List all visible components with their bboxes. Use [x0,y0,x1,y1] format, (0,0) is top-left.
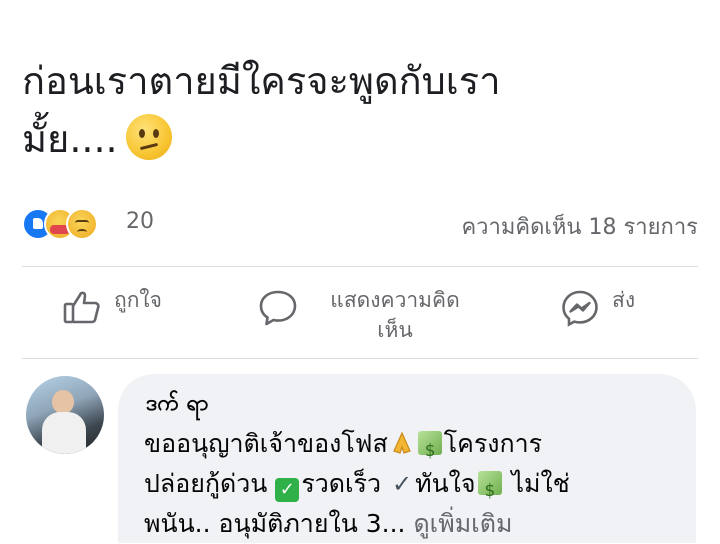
see-more-link[interactable]: ดูเพิ่มเติม [413,509,512,538]
comment-text: ขออนุญาติเจ้าของโฟส โครงการ ปล่อยกู้ด่วน … [144,424,692,544]
post-text-line-2-text: มั้ย.... [22,117,118,161]
comments-count[interactable]: ความคิดเห็น 18 รายการ [461,209,698,244]
comment-button-label: แสดงความคิด เห็น [310,285,480,345]
comment-label-line-1: แสดงความคิด [330,288,460,312]
divider [22,358,698,359]
confused-face-icon [125,114,172,160]
post-text: ก่อนเราตายมีใครจะพูดกับเรา มั้ย.... [22,52,702,168]
comment-line-2-a: ปล่อยกู้ด่วน [144,469,268,498]
comment-line-1-b: โครงการ [443,429,543,458]
comment-button[interactable]: แสดงความคิด เห็น [258,285,488,342]
check-box-icon: ✓ [275,478,300,502]
comment-bubble: ဒက် ရာ ขออนุญาติเจ้าของโฟส โครงการ ปล่อยก… [118,374,696,543]
praying-hands-icon [392,431,411,454]
post-stats-bar: 20 ความคิดเห็น 18 รายการ [22,206,698,240]
comment-line-1-a: ขออนุญาติเจ้าของโฟส [144,429,388,458]
comment-icon [258,289,298,332]
comment-line-2: ปล่อยกู้ด่วน ✓รวดเร็ว ✓ทันใจ ไม่ใช่ [144,464,692,511]
money-icon [477,471,502,511]
comment-line-1: ขออนุญาติเจ้าของโฟส โครงการ [144,424,692,471]
comment-line-3-a: พนัน.. อนุมัติภายใน 3... [144,509,406,538]
comment-line-2-d: ไม่ใช่ [511,469,570,498]
sad-icon [66,208,98,240]
divider [22,266,698,267]
like-button[interactable]: ถูกใจ [62,285,162,341]
avatar[interactable] [26,376,104,454]
comment-item: ဒက် ရာ ขออนุญาติเจ้าของโฟส โครงการ ปล่อยก… [22,372,702,543]
comment-line-2-c: ทันใจ [415,469,476,498]
reaction-count[interactable]: 20 [126,209,154,234]
thumbs-up-icon [62,289,102,330]
comment-line-3: พนัน.. อนุมัติภายใน 3... ดูเพิ่มเติม [144,504,692,544]
post-text-line-2: มั้ย.... [22,110,702,168]
money-icon [417,431,442,471]
messenger-send-button[interactable]: ส่ง [560,285,635,341]
comment-author[interactable]: ဒက် ရာ [146,388,208,421]
comment-label-line-2: เห็น [377,318,413,342]
share-button-label: ส่ง [612,288,636,312]
post-text-line-1: ก่อนเราตายมีใครจะพูดกับเรา [22,59,501,103]
check-mark-icon: ✓ [391,470,413,498]
comment-line-2-b: รวดเร็ว [301,469,382,498]
like-button-label: ถูกใจ [114,288,162,312]
messenger-icon [560,289,600,332]
